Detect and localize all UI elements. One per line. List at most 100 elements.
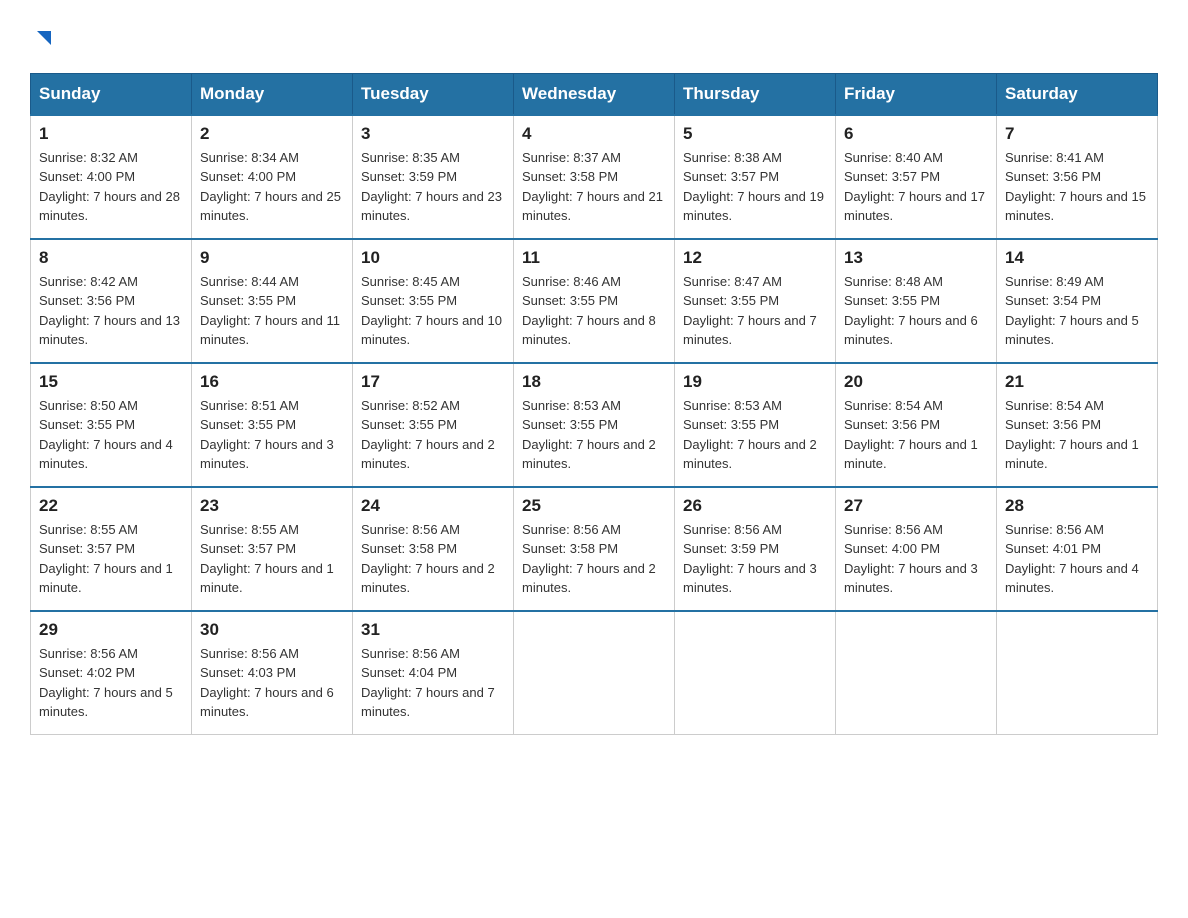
calendar-cell: 14Sunrise: 8:49 AMSunset: 3:54 PMDayligh… xyxy=(997,239,1158,363)
day-info: Sunrise: 8:55 AMSunset: 3:57 PMDaylight:… xyxy=(200,520,344,598)
calendar-cell: 10 Sunrise: 8:45 AMSunset: 3:55 PMDayligh… xyxy=(353,239,514,363)
calendar-cell: 18 Sunrise: 8:53 AMSunset: 3:55 PMDayligh… xyxy=(514,363,675,487)
days-of-week-row: SundayMondayTuesdayWednesdayThursdayFrid… xyxy=(31,73,1158,115)
day-number: 10 xyxy=(361,248,505,268)
day-info: Sunrise: 8:54 AMSunset: 3:56 PMDaylight:… xyxy=(1005,396,1149,474)
calendar-cell: 2 Sunrise: 8:34 AMSunset: 4:00 PMDaylight… xyxy=(192,115,353,239)
day-number: 15 xyxy=(39,372,183,392)
day-info: Sunrise: 8:56 AMSunset: 3:58 PMDaylight:… xyxy=(361,520,505,598)
day-number: 5 xyxy=(683,124,827,144)
calendar-body: 1 Sunrise: 8:32 AMSunset: 4:00 PMDaylight… xyxy=(31,115,1158,735)
day-number: 17 xyxy=(361,372,505,392)
calendar-header: SundayMondayTuesdayWednesdayThursdayFrid… xyxy=(31,73,1158,115)
calendar-cell: 29 Sunrise: 8:56 AMSunset: 4:02 PMDayligh… xyxy=(31,611,192,735)
calendar-cell xyxy=(675,611,836,735)
week-row-1: 1 Sunrise: 8:32 AMSunset: 4:00 PMDaylight… xyxy=(31,115,1158,239)
day-info: Sunrise: 8:48 AMSunset: 3:55 PMDaylight:… xyxy=(844,272,988,350)
week-row-4: 22 Sunrise: 8:55 AMSunset: 3:57 PMDayligh… xyxy=(31,487,1158,611)
day-info: Sunrise: 8:54 AMSunset: 3:56 PMDaylight:… xyxy=(844,396,988,474)
day-info: Sunrise: 8:56 AMSunset: 3:58 PMDaylight:… xyxy=(522,520,666,598)
calendar-cell: 27 Sunrise: 8:56 AMSunset: 4:00 PMDayligh… xyxy=(836,487,997,611)
day-number: 14 xyxy=(1005,248,1149,268)
day-number: 27 xyxy=(844,496,988,516)
day-info: Sunrise: 8:56 AMSunset: 4:04 PMDaylight:… xyxy=(361,644,505,722)
calendar-table: SundayMondayTuesdayWednesdayThursdayFrid… xyxy=(30,73,1158,735)
day-info: Sunrise: 8:56 AMSunset: 4:01 PMDaylight:… xyxy=(1005,520,1149,598)
day-info: Sunrise: 8:45 AMSunset: 3:55 PMDaylight:… xyxy=(361,272,505,350)
day-info: Sunrise: 8:56 AMSunset: 3:59 PMDaylight:… xyxy=(683,520,827,598)
day-number: 25 xyxy=(522,496,666,516)
day-info: Sunrise: 8:41 AMSunset: 3:56 PMDaylight:… xyxy=(1005,148,1149,226)
logo xyxy=(30,20,55,53)
page-header xyxy=(30,20,1158,53)
header-monday: Monday xyxy=(192,73,353,115)
calendar-cell: 24 Sunrise: 8:56 AMSunset: 3:58 PMDayligh… xyxy=(353,487,514,611)
header-friday: Friday xyxy=(836,73,997,115)
day-info: Sunrise: 8:56 AMSunset: 4:02 PMDaylight:… xyxy=(39,644,183,722)
day-info: Sunrise: 8:40 AMSunset: 3:57 PMDaylight:… xyxy=(844,148,988,226)
day-number: 28 xyxy=(1005,496,1149,516)
calendar-cell: 11Sunrise: 8:46 AMSunset: 3:55 PMDayligh… xyxy=(514,239,675,363)
header-thursday: Thursday xyxy=(675,73,836,115)
day-number: 9 xyxy=(200,248,344,268)
week-row-2: 8Sunrise: 8:42 AMSunset: 3:56 PMDaylight… xyxy=(31,239,1158,363)
day-number: 18 xyxy=(522,372,666,392)
day-number: 19 xyxy=(683,372,827,392)
day-number: 6 xyxy=(844,124,988,144)
day-number: 8 xyxy=(39,248,183,268)
calendar-cell: 9 Sunrise: 8:44 AMSunset: 3:55 PMDaylight… xyxy=(192,239,353,363)
day-number: 21 xyxy=(1005,372,1149,392)
day-info: Sunrise: 8:34 AMSunset: 4:00 PMDaylight:… xyxy=(200,148,344,226)
calendar-cell: 31 Sunrise: 8:56 AMSunset: 4:04 PMDayligh… xyxy=(353,611,514,735)
day-info: Sunrise: 8:44 AMSunset: 3:55 PMDaylight:… xyxy=(200,272,344,350)
calendar-cell: 19 Sunrise: 8:53 AMSunset: 3:55 PMDayligh… xyxy=(675,363,836,487)
header-saturday: Saturday xyxy=(997,73,1158,115)
calendar-cell: 26Sunrise: 8:56 AMSunset: 3:59 PMDayligh… xyxy=(675,487,836,611)
calendar-cell: 13 Sunrise: 8:48 AMSunset: 3:55 PMDayligh… xyxy=(836,239,997,363)
day-number: 20 xyxy=(844,372,988,392)
calendar-cell: 17 Sunrise: 8:52 AMSunset: 3:55 PMDayligh… xyxy=(353,363,514,487)
calendar-cell: 4Sunrise: 8:37 AMSunset: 3:58 PMDaylight… xyxy=(514,115,675,239)
day-number: 30 xyxy=(200,620,344,640)
day-info: Sunrise: 8:47 AMSunset: 3:55 PMDaylight:… xyxy=(683,272,827,350)
day-info: Sunrise: 8:53 AMSunset: 3:55 PMDaylight:… xyxy=(683,396,827,474)
calendar-cell: 20 Sunrise: 8:54 AMSunset: 3:56 PMDayligh… xyxy=(836,363,997,487)
calendar-cell: 6 Sunrise: 8:40 AMSunset: 3:57 PMDaylight… xyxy=(836,115,997,239)
day-number: 1 xyxy=(39,124,183,144)
day-info: Sunrise: 8:56 AMSunset: 4:00 PMDaylight:… xyxy=(844,520,988,598)
day-number: 12 xyxy=(683,248,827,268)
calendar-cell: 28 Sunrise: 8:56 AMSunset: 4:01 PMDayligh… xyxy=(997,487,1158,611)
day-number: 13 xyxy=(844,248,988,268)
day-number: 2 xyxy=(200,124,344,144)
logo-arrow-icon xyxy=(33,27,55,53)
day-info: Sunrise: 8:52 AMSunset: 3:55 PMDaylight:… xyxy=(361,396,505,474)
day-number: 29 xyxy=(39,620,183,640)
day-info: Sunrise: 8:35 AMSunset: 3:59 PMDaylight:… xyxy=(361,148,505,226)
calendar-cell: 23 Sunrise: 8:55 AMSunset: 3:57 PMDayligh… xyxy=(192,487,353,611)
day-info: Sunrise: 8:37 AMSunset: 3:58 PMDaylight:… xyxy=(522,148,666,226)
day-number: 23 xyxy=(200,496,344,516)
day-info: Sunrise: 8:53 AMSunset: 3:55 PMDaylight:… xyxy=(522,396,666,474)
calendar-cell: 7Sunrise: 8:41 AMSunset: 3:56 PMDaylight… xyxy=(997,115,1158,239)
calendar-cell xyxy=(997,611,1158,735)
day-number: 22 xyxy=(39,496,183,516)
header-sunday: Sunday xyxy=(31,73,192,115)
day-number: 24 xyxy=(361,496,505,516)
week-row-3: 15Sunrise: 8:50 AMSunset: 3:55 PMDayligh… xyxy=(31,363,1158,487)
calendar-cell: 25 Sunrise: 8:56 AMSunset: 3:58 PMDayligh… xyxy=(514,487,675,611)
calendar-cell: 30 Sunrise: 8:56 AMSunset: 4:03 PMDayligh… xyxy=(192,611,353,735)
day-number: 3 xyxy=(361,124,505,144)
calendar-cell: 21 Sunrise: 8:54 AMSunset: 3:56 PMDayligh… xyxy=(997,363,1158,487)
day-info: Sunrise: 8:56 AMSunset: 4:03 PMDaylight:… xyxy=(200,644,344,722)
calendar-cell: 5 Sunrise: 8:38 AMSunset: 3:57 PMDaylight… xyxy=(675,115,836,239)
calendar-cell xyxy=(514,611,675,735)
calendar-cell: 15Sunrise: 8:50 AMSunset: 3:55 PMDayligh… xyxy=(31,363,192,487)
calendar-cell: 16Sunrise: 8:51 AMSunset: 3:55 PMDayligh… xyxy=(192,363,353,487)
calendar-cell: 3 Sunrise: 8:35 AMSunset: 3:59 PMDaylight… xyxy=(353,115,514,239)
day-info: Sunrise: 8:32 AMSunset: 4:00 PMDaylight:… xyxy=(39,148,183,226)
day-info: Sunrise: 8:46 AMSunset: 3:55 PMDaylight:… xyxy=(522,272,666,350)
day-number: 31 xyxy=(361,620,505,640)
day-info: Sunrise: 8:38 AMSunset: 3:57 PMDaylight:… xyxy=(683,148,827,226)
week-row-5: 29 Sunrise: 8:56 AMSunset: 4:02 PMDayligh… xyxy=(31,611,1158,735)
calendar-cell: 12 Sunrise: 8:47 AMSunset: 3:55 PMDayligh… xyxy=(675,239,836,363)
